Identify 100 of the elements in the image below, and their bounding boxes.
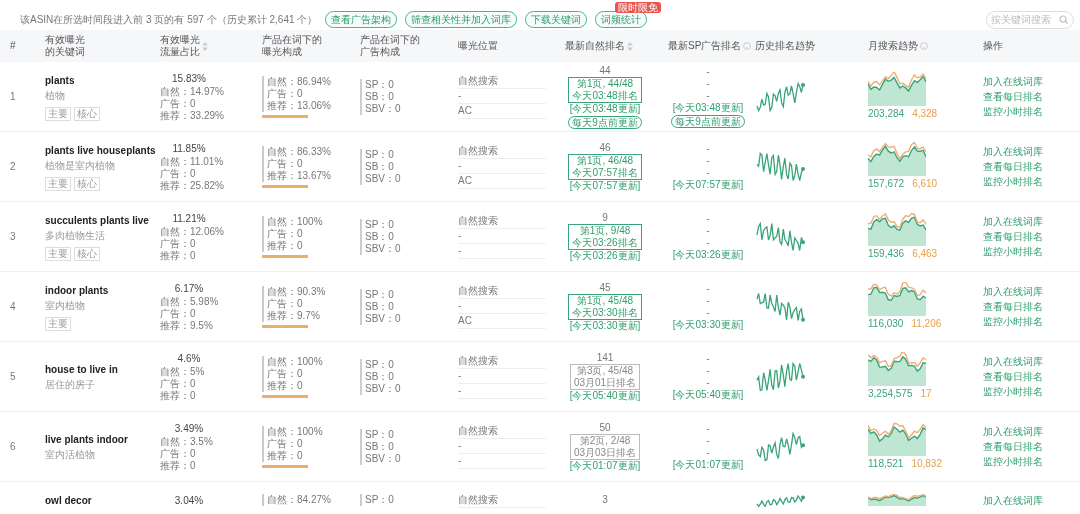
position-text: 自然搜索 bbox=[458, 492, 546, 508]
action-link[interactable]: 加入在线词库 bbox=[983, 74, 1043, 89]
action-link[interactable]: 监控小时排名 bbox=[983, 244, 1043, 259]
action-link[interactable]: 监控小时排名 bbox=[983, 104, 1043, 119]
traffic-share: 3.04% bbox=[173, 493, 205, 508]
traffic-detail: 广告：0 bbox=[160, 238, 196, 250]
traffic-detail: 自然：12.06% bbox=[160, 226, 224, 238]
ad-detail: SB：0 bbox=[360, 230, 394, 243]
exposure-detail: 自然：90.3% bbox=[262, 285, 326, 298]
rank-box: 第1页, 46/48 今天07:57排名 bbox=[568, 153, 642, 180]
rank-box: 第1页, 45/48 今天03:30排名 bbox=[568, 293, 642, 320]
action-link[interactable]: 查看每日排名 bbox=[983, 369, 1043, 384]
trend-chart bbox=[868, 352, 926, 386]
position-text: - bbox=[458, 89, 546, 104]
sp-rank-value: - bbox=[706, 65, 710, 78]
action-link[interactable]: 加入在线词库 bbox=[983, 144, 1043, 159]
summary-text: 该ASIN在所选时间段进入前 3 页的有 597 个（历史累计 2,641 个） bbox=[20, 13, 318, 27]
keyword-text: house to live in bbox=[45, 362, 118, 377]
keyword-tag: 主要 bbox=[45, 106, 71, 121]
action-link[interactable]: 监控小时排名 bbox=[983, 384, 1043, 399]
column-header: 最新自然排名 bbox=[565, 40, 625, 52]
ad-detail: SP：0 bbox=[360, 358, 394, 371]
column-header: 有效曝光的关键词 bbox=[45, 34, 85, 58]
traffic-detail: 推荐：25.82% bbox=[160, 180, 224, 192]
update-time: [今天03:26更新] bbox=[569, 249, 641, 262]
action-link[interactable]: 监控小时排名 bbox=[983, 314, 1043, 329]
traffic-share: 11.21% bbox=[171, 212, 207, 226]
traffic-share: 4.6% bbox=[176, 352, 202, 366]
traffic-share: 3.49% bbox=[173, 422, 205, 436]
sparkline bbox=[755, 221, 805, 252]
action-link[interactable]: 加入在线词库 bbox=[983, 214, 1043, 229]
action-link[interactable]: 查看每日排名 bbox=[983, 89, 1043, 104]
help-icon bbox=[920, 42, 928, 50]
keyword-tag: 核心 bbox=[74, 176, 100, 191]
exposure-detail: 自然：100% bbox=[262, 355, 323, 368]
traffic-detail: 自然：14.97% bbox=[160, 86, 224, 98]
share-bar bbox=[262, 324, 308, 328]
update-time: [今天03:48更新] bbox=[672, 101, 744, 114]
sp-rank-value: - bbox=[706, 236, 710, 249]
search-count: 4,328 bbox=[912, 107, 938, 121]
trend-chart bbox=[868, 142, 926, 176]
action-link[interactable]: 加入在线词库 bbox=[983, 424, 1043, 439]
position-text: 自然搜索 bbox=[458, 424, 546, 439]
exposure-detail: 广告：0 bbox=[262, 227, 303, 240]
keyword-tag: 核心 bbox=[74, 246, 100, 261]
sparkline bbox=[755, 494, 805, 507]
action-link[interactable]: 监控小时排名 bbox=[983, 174, 1043, 189]
sp-rank-value: - bbox=[706, 282, 710, 295]
traffic-detail: 推荐：0 bbox=[160, 250, 196, 262]
translation-text: 多肉植物生活 bbox=[45, 228, 105, 243]
rank-box: 第2页, 2/48 03月03日排名 bbox=[569, 433, 641, 460]
action-link[interactable]: 监控小时排名 bbox=[983, 454, 1043, 469]
ad-detail: SB：0 bbox=[360, 440, 394, 453]
search-volume: 203,284 bbox=[868, 107, 905, 121]
keyword-tag: 主要 bbox=[45, 176, 71, 191]
ad-detail: SB：0 bbox=[360, 300, 394, 313]
ad-detail: SBV：0 bbox=[360, 382, 401, 395]
search-count: 6,463 bbox=[912, 247, 938, 261]
keyword-text: indoor plants bbox=[45, 283, 109, 298]
share-bar bbox=[262, 184, 308, 188]
update-time: [今天01:07更新] bbox=[569, 459, 641, 472]
sp-rank-value: - bbox=[706, 364, 710, 377]
ad-detail: SB：0 bbox=[360, 90, 394, 103]
traffic-detail: 广告：0 bbox=[160, 168, 196, 180]
position-text: - bbox=[458, 299, 546, 314]
keyword-text: succulents plants live bbox=[45, 213, 149, 228]
ad-detail: SBV：0 bbox=[360, 452, 401, 465]
action-link[interactable]: 加入在线词库 bbox=[983, 492, 1043, 508]
row-number: 3 bbox=[10, 231, 16, 242]
keyword-text: plants bbox=[45, 73, 75, 88]
traffic-detail: 推荐：33.29% bbox=[160, 110, 224, 122]
position-text: AC bbox=[458, 314, 546, 329]
update-time: [今天03:48更新] bbox=[569, 102, 641, 115]
action-link[interactable]: 查看每日排名 bbox=[983, 159, 1043, 174]
traffic-share: 15.83% bbox=[171, 72, 207, 86]
ad-detail: SBV：0 bbox=[360, 312, 401, 325]
rank-value: 44 bbox=[599, 64, 611, 77]
exposure-detail: 广告：0 bbox=[262, 157, 303, 170]
translation-text: 室内植物 bbox=[45, 298, 85, 313]
exposure-detail: 推荐：13.67% bbox=[262, 169, 331, 182]
action-link[interactable]: 查看每日排名 bbox=[983, 229, 1043, 244]
toolbar-button[interactable]: 下载关键词 bbox=[525, 11, 588, 28]
action-link[interactable]: 查看每日排名 bbox=[983, 439, 1043, 454]
toolbar-button[interactable]: 查看广告架构 bbox=[325, 11, 398, 28]
exposure-detail: 推荐：13.06% bbox=[262, 99, 331, 112]
search-volume: 116,030 bbox=[868, 317, 904, 331]
sparkline bbox=[755, 151, 805, 182]
toolbar-button[interactable]: 筛查相关性并加入词库 bbox=[405, 11, 518, 28]
action-link[interactable]: 加入在线词库 bbox=[983, 284, 1043, 299]
traffic-detail: 广告：0 bbox=[160, 308, 196, 320]
column-header: 产品在词下的广告构成 bbox=[360, 34, 420, 58]
position-text: - bbox=[458, 244, 546, 259]
exposure-detail: 推荐：0 bbox=[262, 449, 303, 462]
action-link[interactable]: 查看每日排名 bbox=[983, 299, 1043, 314]
sp-rank-value: - bbox=[706, 224, 710, 237]
row-number: 4 bbox=[10, 301, 16, 312]
traffic-detail: 推荐：0 bbox=[160, 390, 196, 402]
toolbar-button[interactable]: 词频统计 bbox=[595, 11, 648, 28]
position-text: - bbox=[458, 439, 546, 454]
action-link[interactable]: 加入在线词库 bbox=[983, 354, 1043, 369]
